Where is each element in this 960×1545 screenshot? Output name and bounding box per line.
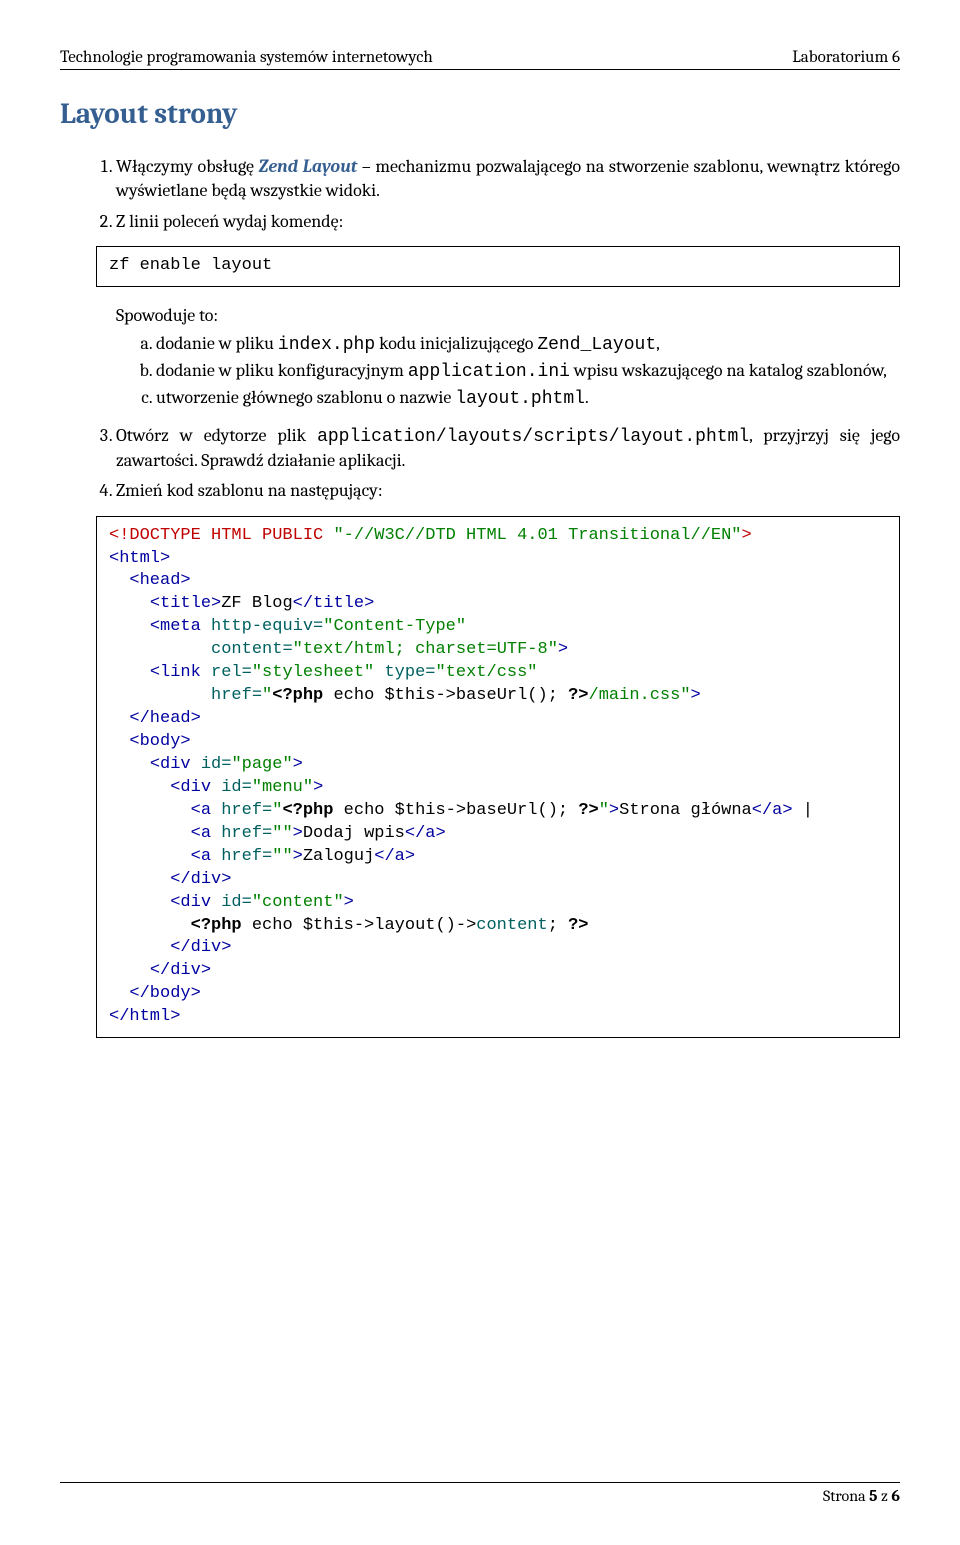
header-right: Laboratorium 6	[792, 48, 900, 67]
page-container: Technologie programowania systemów inter…	[0, 0, 960, 1545]
sub-intro: Spowoduje to:	[116, 305, 900, 326]
code-box-2: <!DOCTYPE HTML PUBLIC "-//W3C//DTD HTML …	[96, 516, 900, 1039]
code-box-1: zf enable layout	[96, 246, 900, 287]
sub-a: dodanie w pliku index.php kodu inicjaliz…	[156, 332, 900, 357]
step-4: Zmień kod szablonu na następujący:	[116, 479, 900, 503]
step-3: Otwórz w edytorze plik application/layou…	[116, 424, 900, 474]
sub-list: dodanie w pliku index.php kodu inicjaliz…	[116, 332, 900, 412]
header-left: Technologie programowania systemów inter…	[60, 48, 433, 67]
sub-c: utworzenie głównego szablonu o nazwie la…	[156, 386, 900, 411]
footer-page-current: 5	[869, 1487, 877, 1505]
main-ordered-list-cont: Otwórz w edytorze plik application/layou…	[60, 424, 900, 504]
page-footer: Strona 5 z 6	[60, 1482, 900, 1505]
footer-text-1: Strona	[823, 1487, 869, 1505]
code1-content: zf enable layout	[109, 256, 272, 275]
step1-emphasis: Zend Layout	[259, 156, 358, 177]
main-ordered-list: Włączymy obsługę Zend Layout – mechanizm…	[60, 155, 900, 234]
section-title: Layout strony	[60, 98, 900, 131]
page-header: Technologie programowania systemów inter…	[60, 48, 900, 70]
step1-text-before: Włączymy obsługę	[116, 156, 259, 177]
step-1: Włączymy obsługę Zend Layout – mechanizm…	[116, 155, 900, 204]
footer-text-2: z	[878, 1487, 892, 1505]
footer-page-total: 6	[891, 1487, 900, 1505]
sub-b: dodanie w pliku konfiguracyjnym applicat…	[156, 359, 900, 384]
step-2: Z linii poleceń wydaj komendę:	[116, 210, 900, 234]
sub-wrapper: dodanie w pliku index.php kodu inicjaliz…	[60, 332, 900, 412]
